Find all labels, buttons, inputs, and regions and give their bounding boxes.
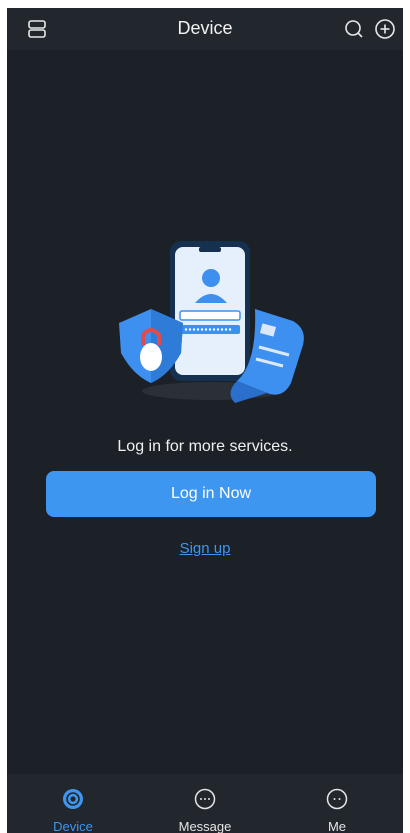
message-icon [194,788,216,810]
tab-message[interactable]: Message [139,774,271,833]
login-illustration [107,233,317,408]
app-screen: Device Log in for more services. Log in … [7,8,403,833]
sign-up-link[interactable]: Sign up [180,540,231,557]
me-icon [326,788,348,810]
tab-label-message: Message [178,819,232,833]
login-prompt-text: Log in for more services. [117,438,293,455]
device-icon [62,788,84,810]
tab-device[interactable]: Device [7,774,139,833]
bottom-tab-bar: Device Message Me [7,774,403,833]
add-icon[interactable] [373,17,397,41]
sign-up-container: Sign up [7,540,403,558]
log-in-now-button[interactable]: Log in Now [46,471,376,517]
tab-label-me: Me [327,819,347,833]
tab-me[interactable]: Me [271,774,403,833]
search-icon[interactable] [342,17,366,41]
top-bar: Device [7,8,403,50]
tab-label-device: Device [53,819,93,833]
